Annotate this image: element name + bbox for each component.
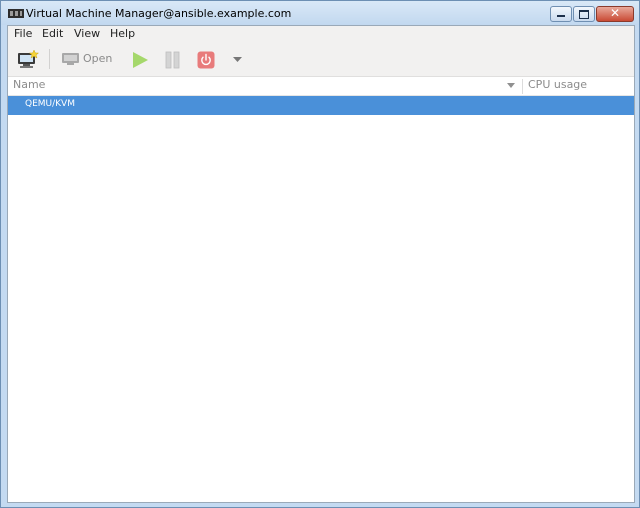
- column-name-header[interactable]: Name: [13, 78, 45, 91]
- menu-edit[interactable]: Edit: [42, 27, 63, 40]
- shutdown-dropdown-icon[interactable]: [233, 57, 242, 63]
- column-cpu-header[interactable]: CPU usage: [528, 78, 587, 91]
- virt-manager-icon: [8, 9, 24, 18]
- menu-file[interactable]: File: [14, 27, 32, 40]
- column-divider[interactable]: [522, 79, 523, 94]
- maximize-button[interactable]: [573, 6, 595, 22]
- window-controls: ✕: [549, 6, 634, 22]
- new-vm-icon[interactable]: [17, 49, 39, 69]
- app-window: Virtual Machine Manager@ansible.example.…: [0, 0, 640, 508]
- menu-help[interactable]: Help: [110, 27, 135, 40]
- pause-icon[interactable]: [165, 51, 181, 69]
- sort-arrow-icon[interactable]: [507, 83, 515, 88]
- main-content: File Edit View Help Open Name CPU usage …: [7, 25, 635, 503]
- maximize-icon: [579, 10, 589, 19]
- minimize-icon: [557, 15, 565, 17]
- menu-view[interactable]: View: [74, 27, 100, 40]
- run-icon[interactable]: [131, 51, 149, 69]
- shutdown-icon[interactable]: [197, 51, 215, 69]
- open-button[interactable]: Open: [83, 52, 112, 65]
- connection-label: QEMU/KVM: [25, 99, 75, 109]
- open-console-icon: [62, 53, 79, 65]
- column-header: Name CPU usage: [8, 77, 634, 96]
- window-title: Virtual Machine Manager@ansible.example.…: [26, 7, 292, 20]
- connection-row[interactable]: QEMU/KVM: [8, 96, 634, 115]
- close-button[interactable]: ✕: [596, 6, 634, 22]
- toolbar: Open: [8, 42, 634, 77]
- minimize-button[interactable]: [550, 6, 572, 22]
- title-bar[interactable]: Virtual Machine Manager@ansible.example.…: [1, 1, 639, 25]
- menu-bar: File Edit View Help: [8, 26, 634, 42]
- toolbar-separator: [49, 49, 50, 69]
- close-icon: ✕: [609, 6, 621, 20]
